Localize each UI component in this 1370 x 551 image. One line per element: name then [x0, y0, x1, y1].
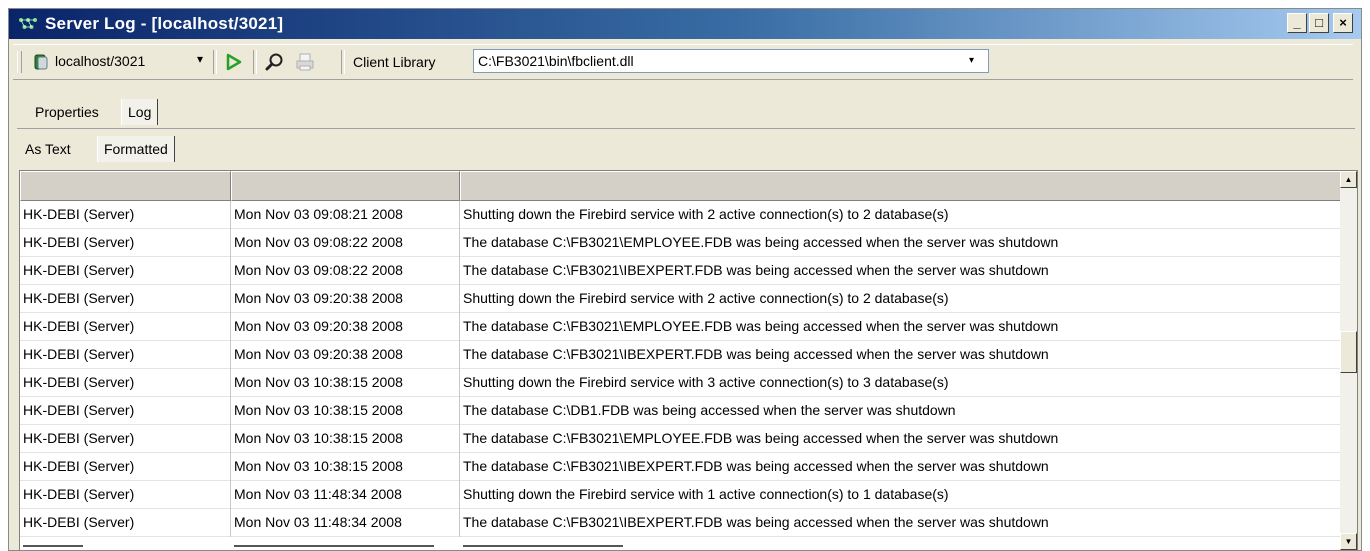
- table-row[interactable]: HK-DEBI (Server) Mon Nov 03 09:20:38 2008…: [20, 313, 1342, 341]
- row-source-cell: HK-DEBI (Server): [20, 481, 231, 509]
- server-selector-label: localhost/3021: [55, 53, 146, 69]
- row-message-cell: Shutting down the Firebird service with …: [463, 290, 949, 306]
- row-message-cell: The database C:\FB3021\IBEXPERT.FDB was …: [463, 514, 1049, 530]
- row-source-cell: HK-DEBI (Server): [20, 397, 231, 425]
- row-time-cell: Mon Nov 03 11:48:34 2008: [231, 481, 460, 509]
- row-message-cell: The database C:\FB3021\EMPLOYEE.FDB was …: [463, 234, 1059, 250]
- print-icon[interactable]: [295, 52, 315, 72]
- tab-as-text[interactable]: As Text: [19, 136, 77, 162]
- row-time-cell: Mon Nov 03 09:20:38 2008: [231, 341, 460, 369]
- row-source-cell: HK-DEBI (Server): [20, 313, 231, 341]
- tab-formatted[interactable]: Formatted: [97, 136, 175, 162]
- row-message-cell: The database C:\FB3021\IBEXPERT.FDB was …: [463, 262, 1049, 278]
- tab-properties-label: Properties: [35, 104, 99, 120]
- chevron-down-icon[interactable]: ▾: [969, 50, 974, 72]
- divider: [17, 128, 1355, 129]
- tab-formatted-label: Formatted: [104, 141, 168, 157]
- row-time-cell: Mon Nov 03 10:38:15 2008: [231, 425, 460, 453]
- log-grid[interactable]: HK-DEBI (Server) Mon Nov 03 09:08:21 2008…: [19, 170, 1358, 550]
- row-source-cell: HK-DEBI (Server): [20, 369, 231, 397]
- row-message-cell: Shutting down the Firebird service with …: [463, 486, 949, 502]
- toolbar-separator: [253, 50, 257, 74]
- client-library-value: C:\FB3021\bin\fbclient.dll: [478, 53, 634, 69]
- title-bar[interactable]: Server Log - [localhost/3021] _ □ ×: [9, 9, 1361, 39]
- tab-log[interactable]: Log: [121, 99, 159, 125]
- row-source-cell: HK-DEBI (Server): [20, 229, 231, 257]
- search-icon[interactable]: [265, 52, 285, 72]
- server-log-window: Server Log - [localhost/3021] _ □ × loca…: [8, 8, 1362, 551]
- minimize-button[interactable]: _: [1287, 13, 1307, 33]
- chevron-down-icon: ▾: [197, 52, 204, 66]
- tab-properties[interactable]: Properties: [29, 99, 105, 125]
- column-header-source[interactable]: [20, 171, 231, 201]
- row-message-cell: The database C:\FB3021\EMPLOYEE.FDB was …: [463, 318, 1059, 334]
- toolbar-separator: [213, 50, 217, 74]
- client-library-combobox[interactable]: C:\FB3021\bin\fbclient.dll ▾: [473, 49, 989, 73]
- main-tabs: Properties Log: [29, 99, 1329, 125]
- row-message-cell: The database C:\DB1.FDB was being access…: [463, 402, 956, 418]
- row-message-cell: Shutting down the Firebird service with …: [463, 374, 949, 390]
- client-library-label: Client Library: [353, 54, 436, 70]
- view-tabs: As Text Formatted: [19, 136, 1319, 162]
- table-row[interactable]: HK-DEBI (Server) Mon Nov 03 09:08:22 2008…: [20, 257, 1342, 285]
- row-message-cell: Shutting down the Firebird service with …: [463, 206, 949, 222]
- tab-log-label: Log: [128, 104, 152, 120]
- vertical-scrollbar[interactable]: ▲ ▼: [1340, 171, 1357, 550]
- table-row[interactable]: HK-DEBI (Server) Mon Nov 03 11:48:34 2008…: [20, 481, 1342, 509]
- close-button[interactable]: ×: [1333, 13, 1353, 33]
- run-icon[interactable]: [225, 53, 243, 71]
- table-row[interactable]: HK-DEBI (Server) Mon Nov 03 09:20:38 2008…: [20, 341, 1342, 369]
- scroll-thumb[interactable]: [1340, 331, 1357, 373]
- row-source-cell: HK-DEBI (Server): [20, 341, 231, 369]
- row-time-cell: Mon Nov 03 09:08:21 2008: [231, 201, 460, 229]
- grid-header: [20, 171, 1342, 201]
- row-source-cell: HK-DEBI (Server): [20, 509, 231, 537]
- row-time-cell: Mon Nov 03 09:08:22 2008: [231, 257, 460, 285]
- scroll-down-button[interactable]: ▼: [1340, 533, 1357, 550]
- table-row[interactable]: HK-DEBI (Server) Mon Nov 03 10:38:15 2008…: [20, 369, 1342, 397]
- row-source-cell: HK-DEBI (Server): [20, 285, 231, 313]
- server-icon: [34, 54, 48, 70]
- toolbar-separator: [341, 50, 345, 74]
- row-source-cell: HK-DEBI (Server): [20, 425, 231, 453]
- scroll-up-button[interactable]: ▲: [1340, 171, 1357, 188]
- toolbar: localhost/3021 ▾ Client Library C:\FB302…: [13, 44, 1353, 80]
- row-time-cell: Mon Nov 03 10:38:15 2008: [231, 369, 460, 397]
- column-header-message[interactable]: [460, 171, 1342, 201]
- row-source-cell: HK-DEBI (Server): [20, 257, 231, 285]
- column-header-time[interactable]: [231, 171, 460, 201]
- row-source-cell: HK-DEBI (Server): [20, 453, 231, 481]
- row-message-cell: The database C:\FB3021\IBEXPERT.FDB was …: [463, 346, 1049, 362]
- row-source-cell: HK-DEBI (Server): [20, 201, 231, 229]
- table-row[interactable]: HK-DEBI (Server) Mon Nov 03 09:08:22 2008…: [20, 229, 1342, 257]
- server-selector-button[interactable]: localhost/3021 ▾: [33, 51, 213, 73]
- table-row[interactable]: HK-DEBI (Server) Mon Nov 03 11:48:34 2008…: [20, 509, 1342, 537]
- table-row[interactable]: HK-DEBI (Server) Mon Nov 03 09:20:38 2008…: [20, 285, 1342, 313]
- table-row[interactable]: HK-DEBI (Server) Mon Nov 03 10:38:15 2008…: [20, 397, 1342, 425]
- table-row[interactable]: HK-DEBI (Server) Mon Nov 03 09:08:21 2008…: [20, 201, 1342, 229]
- row-time-cell: Mon Nov 03 10:38:15 2008: [231, 397, 460, 425]
- row-time-cell: Mon Nov 03 09:20:38 2008: [231, 285, 460, 313]
- table-row[interactable]: HK-DEBI (Server) Mon Nov 03 10:38:15 2008…: [20, 425, 1342, 453]
- row-time-cell: Mon Nov 03 11:48:34 2008: [231, 509, 460, 537]
- tab-as-text-label: As Text: [25, 141, 71, 157]
- maximize-button[interactable]: □: [1309, 13, 1329, 33]
- toolbar-grip[interactable]: [17, 51, 22, 73]
- window-title: Server Log - [localhost/3021]: [45, 14, 284, 33]
- server-log-icon: [19, 18, 37, 29]
- row-time-cell: Mon Nov 03 09:08:22 2008: [231, 229, 460, 257]
- row-time-cell: Mon Nov 03 10:38:15 2008: [231, 453, 460, 481]
- row-time-cell: Mon Nov 03 09:20:38 2008: [231, 313, 460, 341]
- row-message-cell: The database C:\FB3021\IBEXPERT.FDB was …: [463, 458, 1049, 474]
- partial-table-row[interactable]: [20, 537, 1342, 550]
- row-message-cell: The database C:\FB3021\EMPLOYEE.FDB was …: [463, 430, 1059, 446]
- table-row[interactable]: HK-DEBI (Server) Mon Nov 03 10:38:15 2008…: [20, 453, 1342, 481]
